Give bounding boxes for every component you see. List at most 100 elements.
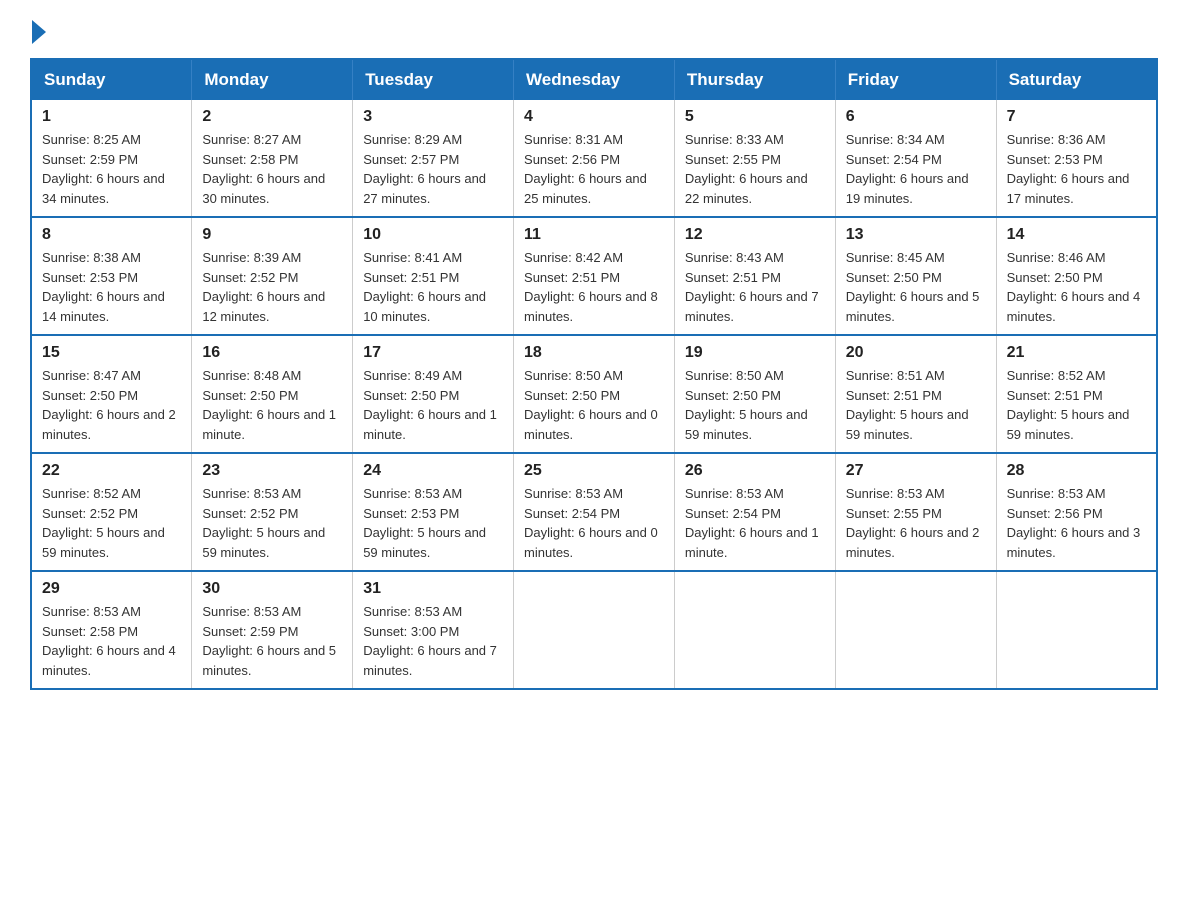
day-info: Sunrise: 8:47 AMSunset: 2:50 PMDaylight:… xyxy=(42,366,181,444)
calendar-header-row: SundayMondayTuesdayWednesdayThursdayFrid… xyxy=(31,59,1157,100)
day-number: 23 xyxy=(202,462,342,480)
day-info: Sunrise: 8:38 AMSunset: 2:53 PMDaylight:… xyxy=(42,248,181,326)
day-number: 17 xyxy=(363,344,503,362)
calendar-cell: 29Sunrise: 8:53 AMSunset: 2:58 PMDayligh… xyxy=(31,571,192,689)
day-number: 20 xyxy=(846,344,986,362)
day-info: Sunrise: 8:31 AMSunset: 2:56 PMDaylight:… xyxy=(524,130,664,208)
day-info: Sunrise: 8:39 AMSunset: 2:52 PMDaylight:… xyxy=(202,248,342,326)
day-info: Sunrise: 8:53 AMSunset: 2:56 PMDaylight:… xyxy=(1007,484,1146,562)
calendar-cell: 13 Sunrise: 8:45 AMSunset: 2:50 PMDayligh… xyxy=(835,217,996,335)
day-info: Sunrise: 8:48 AMSunset: 2:50 PMDaylight:… xyxy=(202,366,342,444)
calendar-cell: 26 Sunrise: 8:53 AMSunset: 2:54 PMDayligh… xyxy=(674,453,835,571)
calendar-week-5: 29Sunrise: 8:53 AMSunset: 2:58 PMDayligh… xyxy=(31,571,1157,689)
day-info: Sunrise: 8:25 AMSunset: 2:59 PMDaylight:… xyxy=(42,130,181,208)
day-info: Sunrise: 8:33 AMSunset: 2:55 PMDaylight:… xyxy=(685,130,825,208)
day-info: Sunrise: 8:53 AMSunset: 2:55 PMDaylight:… xyxy=(846,484,986,562)
calendar-cell: 21 Sunrise: 8:52 AMSunset: 2:51 PMDayligh… xyxy=(996,335,1157,453)
day-number: 1 xyxy=(42,108,181,126)
calendar-cell: 6 Sunrise: 8:34 AMSunset: 2:54 PMDaylight… xyxy=(835,100,996,217)
logo-arrow-icon xyxy=(32,20,46,44)
day-info: Sunrise: 8:45 AMSunset: 2:50 PMDaylight:… xyxy=(846,248,986,326)
day-info: Sunrise: 8:43 AMSunset: 2:51 PMDaylight:… xyxy=(685,248,825,326)
calendar-cell: 20 Sunrise: 8:51 AMSunset: 2:51 PMDayligh… xyxy=(835,335,996,453)
day-number: 6 xyxy=(846,108,986,126)
calendar-cell xyxy=(996,571,1157,689)
day-info: Sunrise: 8:34 AMSunset: 2:54 PMDaylight:… xyxy=(846,130,986,208)
calendar-cell: 15 Sunrise: 8:47 AMSunset: 2:50 PMDayligh… xyxy=(31,335,192,453)
calendar-cell xyxy=(674,571,835,689)
day-number: 13 xyxy=(846,226,986,244)
header-monday: Monday xyxy=(192,59,353,100)
calendar-cell xyxy=(514,571,675,689)
day-info: Sunrise: 8:49 AMSunset: 2:50 PMDaylight:… xyxy=(363,366,503,444)
day-info: Sunrise: 8:46 AMSunset: 2:50 PMDaylight:… xyxy=(1007,248,1146,326)
day-info: Sunrise: 8:42 AMSunset: 2:51 PMDaylight:… xyxy=(524,248,664,326)
calendar-cell: 18 Sunrise: 8:50 AMSunset: 2:50 PMDayligh… xyxy=(514,335,675,453)
calendar-cell: 19 Sunrise: 8:50 AMSunset: 2:50 PMDayligh… xyxy=(674,335,835,453)
day-number: 21 xyxy=(1007,344,1146,362)
calendar-cell: 12Sunrise: 8:43 AMSunset: 2:51 PMDayligh… xyxy=(674,217,835,335)
day-number: 26 xyxy=(685,462,825,480)
calendar-week-4: 22 Sunrise: 8:52 AMSunset: 2:52 PMDayligh… xyxy=(31,453,1157,571)
header-tuesday: Tuesday xyxy=(353,59,514,100)
calendar-cell: 24Sunrise: 8:53 AMSunset: 2:53 PMDayligh… xyxy=(353,453,514,571)
day-number: 11 xyxy=(524,226,664,244)
header-wednesday: Wednesday xyxy=(514,59,675,100)
calendar-cell: 1 Sunrise: 8:25 AMSunset: 2:59 PMDaylight… xyxy=(31,100,192,217)
day-number: 30 xyxy=(202,580,342,598)
page-header xyxy=(30,20,1158,40)
calendar-cell: 30Sunrise: 8:53 AMSunset: 2:59 PMDayligh… xyxy=(192,571,353,689)
header-friday: Friday xyxy=(835,59,996,100)
day-info: Sunrise: 8:53 AMSunset: 3:00 PMDaylight:… xyxy=(363,602,503,680)
day-info: Sunrise: 8:52 AMSunset: 2:52 PMDaylight:… xyxy=(42,484,181,562)
day-number: 16 xyxy=(202,344,342,362)
calendar-week-1: 1 Sunrise: 8:25 AMSunset: 2:59 PMDaylight… xyxy=(31,100,1157,217)
calendar-cell: 27 Sunrise: 8:53 AMSunset: 2:55 PMDayligh… xyxy=(835,453,996,571)
calendar-cell: 9Sunrise: 8:39 AMSunset: 2:52 PMDaylight… xyxy=(192,217,353,335)
calendar-week-2: 8 Sunrise: 8:38 AMSunset: 2:53 PMDaylight… xyxy=(31,217,1157,335)
header-thursday: Thursday xyxy=(674,59,835,100)
calendar-cell: 7Sunrise: 8:36 AMSunset: 2:53 PMDaylight… xyxy=(996,100,1157,217)
day-info: Sunrise: 8:53 AMSunset: 2:54 PMDaylight:… xyxy=(524,484,664,562)
day-info: Sunrise: 8:53 AMSunset: 2:54 PMDaylight:… xyxy=(685,484,825,562)
calendar-cell: 23 Sunrise: 8:53 AMSunset: 2:52 PMDayligh… xyxy=(192,453,353,571)
logo-icon xyxy=(30,20,46,44)
day-number: 8 xyxy=(42,226,181,244)
day-info: Sunrise: 8:50 AMSunset: 2:50 PMDaylight:… xyxy=(524,366,664,444)
day-number: 10 xyxy=(363,226,503,244)
calendar-table: SundayMondayTuesdayWednesdayThursdayFrid… xyxy=(30,58,1158,690)
day-info: Sunrise: 8:52 AMSunset: 2:51 PMDaylight:… xyxy=(1007,366,1146,444)
day-number: 15 xyxy=(42,344,181,362)
logo xyxy=(30,20,46,40)
calendar-cell: 3Sunrise: 8:29 AMSunset: 2:57 PMDaylight… xyxy=(353,100,514,217)
calendar-cell: 2 Sunrise: 8:27 AMSunset: 2:58 PMDaylight… xyxy=(192,100,353,217)
day-number: 2 xyxy=(202,108,342,126)
day-info: Sunrise: 8:53 AMSunset: 2:52 PMDaylight:… xyxy=(202,484,342,562)
day-info: Sunrise: 8:27 AMSunset: 2:58 PMDaylight:… xyxy=(202,130,342,208)
day-number: 7 xyxy=(1007,108,1146,126)
day-number: 28 xyxy=(1007,462,1146,480)
day-number: 19 xyxy=(685,344,825,362)
calendar-cell: 8 Sunrise: 8:38 AMSunset: 2:53 PMDaylight… xyxy=(31,217,192,335)
day-number: 22 xyxy=(42,462,181,480)
day-number: 29 xyxy=(42,580,181,598)
day-info: Sunrise: 8:51 AMSunset: 2:51 PMDaylight:… xyxy=(846,366,986,444)
calendar-cell: 25Sunrise: 8:53 AMSunset: 2:54 PMDayligh… xyxy=(514,453,675,571)
calendar-cell: 17 Sunrise: 8:49 AMSunset: 2:50 PMDayligh… xyxy=(353,335,514,453)
day-number: 31 xyxy=(363,580,503,598)
calendar-cell: 31 Sunrise: 8:53 AMSunset: 3:00 PMDayligh… xyxy=(353,571,514,689)
calendar-cell: 22 Sunrise: 8:52 AMSunset: 2:52 PMDayligh… xyxy=(31,453,192,571)
header-sunday: Sunday xyxy=(31,59,192,100)
day-number: 27 xyxy=(846,462,986,480)
day-number: 3 xyxy=(363,108,503,126)
day-number: 4 xyxy=(524,108,664,126)
calendar-cell: 28 Sunrise: 8:53 AMSunset: 2:56 PMDayligh… xyxy=(996,453,1157,571)
day-number: 5 xyxy=(685,108,825,126)
day-info: Sunrise: 8:50 AMSunset: 2:50 PMDaylight:… xyxy=(685,366,825,444)
day-info: Sunrise: 8:41 AMSunset: 2:51 PMDaylight:… xyxy=(363,248,503,326)
calendar-cell: 4 Sunrise: 8:31 AMSunset: 2:56 PMDaylight… xyxy=(514,100,675,217)
calendar-cell: 11 Sunrise: 8:42 AMSunset: 2:51 PMDayligh… xyxy=(514,217,675,335)
calendar-week-3: 15 Sunrise: 8:47 AMSunset: 2:50 PMDayligh… xyxy=(31,335,1157,453)
day-number: 18 xyxy=(524,344,664,362)
calendar-cell: 5 Sunrise: 8:33 AMSunset: 2:55 PMDaylight… xyxy=(674,100,835,217)
